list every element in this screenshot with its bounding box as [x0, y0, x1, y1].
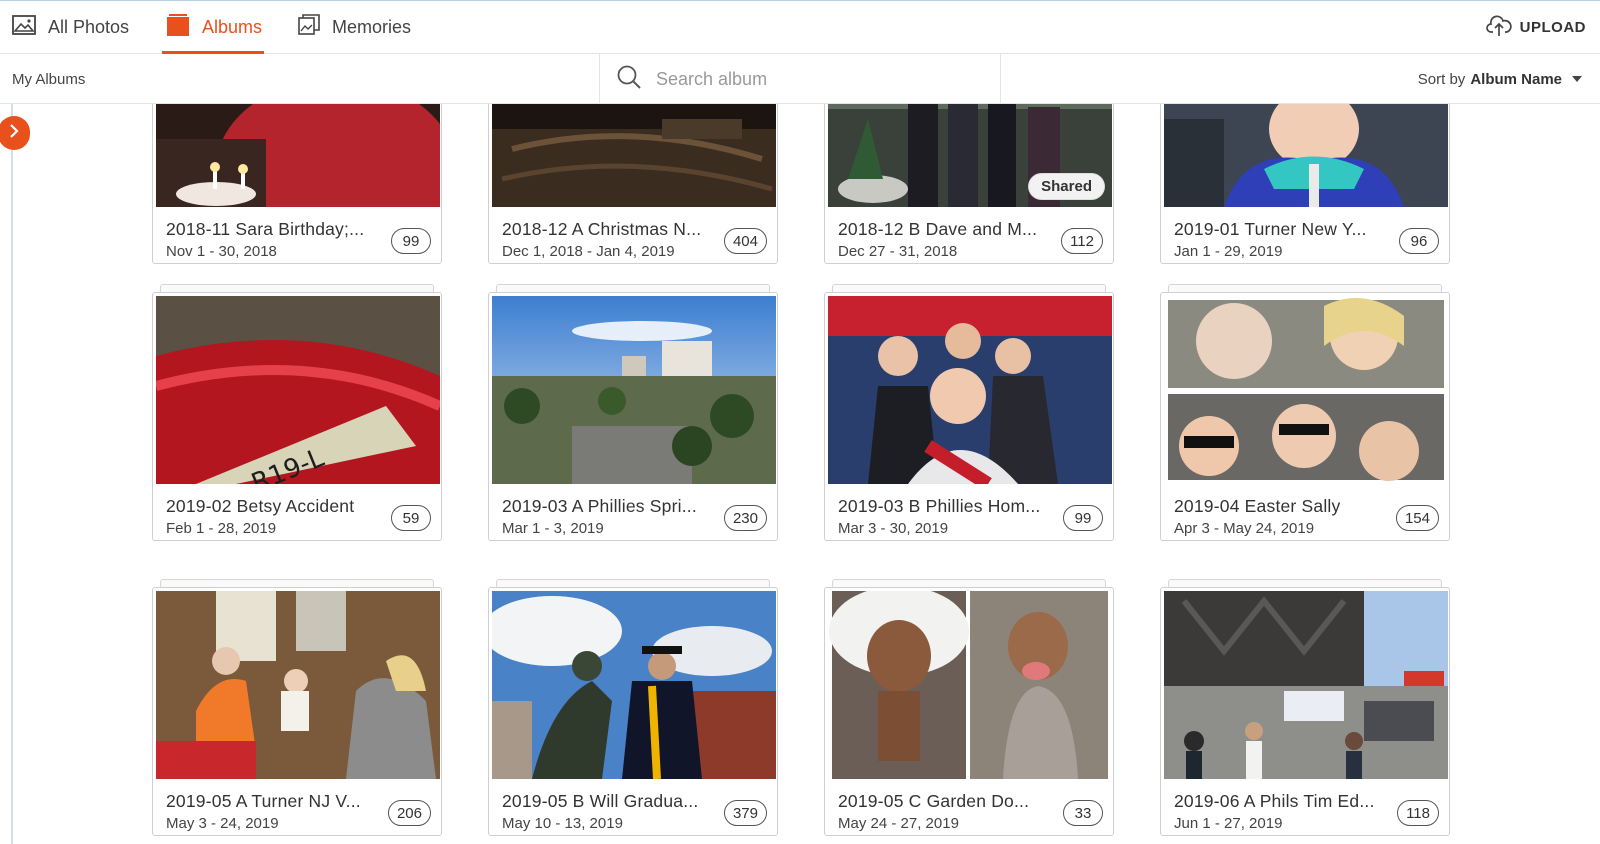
- search-icon: [616, 64, 642, 95]
- album-cover-photo: [828, 296, 1112, 484]
- card-body: R19-L 2019-02 Betsy Accident Feb 1 - 28,…: [152, 292, 442, 541]
- album-cover-photo: [1164, 296, 1448, 484]
- album-title: 2018-12 A Christmas N...: [502, 219, 702, 239]
- album-card[interactable]: 2018-11 Sara Birthday;... Nov 1 - 30, 20…: [152, 104, 442, 264]
- album-grid: 2018-11 Sara Birthday;... Nov 1 - 30, 20…: [0, 104, 1600, 844]
- card-body: 2019-04 Easter Sally Apr 3 - May 24, 201…: [1160, 292, 1450, 541]
- album-card[interactable]: 2019-01 Turner New Y... Jan 1 - 29, 2019…: [1160, 104, 1450, 264]
- album-card[interactable]: 2019-03 B Phillies Hom... Mar 3 - 30, 20…: [824, 284, 1114, 541]
- photo-count-badge: 154: [1395, 505, 1439, 531]
- album-card[interactable]: 2019-05 A Turner NJ V... May 3 - 24, 201…: [152, 579, 442, 836]
- sort-prefix: Sort by: [1417, 70, 1466, 88]
- card-body: 2019-06 A Phils Tim Ed... Jun 1 - 27, 20…: [1160, 587, 1450, 836]
- album-dates: Jan 1 - 29, 2019: [1174, 243, 1283, 260]
- album-card[interactable]: R19-L 2019-02 Betsy Accident Feb 1 - 28,…: [152, 284, 442, 541]
- album-card[interactable]: 2019-05 C Garden Do... May 24 - 27, 2019…: [824, 579, 1114, 836]
- sort-dropdown[interactable]: Sort by Album Name: [1418, 54, 1582, 104]
- shared-badge: Shared: [1029, 174, 1104, 199]
- card-body: 2019-03 A Phillies Spri... Mar 1 - 3, 20…: [488, 292, 778, 541]
- card-body: 2019-05 C Garden Do... May 24 - 27, 2019…: [824, 587, 1114, 836]
- album-dates: Mar 3 - 30, 2019: [838, 520, 949, 537]
- photo-count-badge: 118: [1397, 800, 1439, 826]
- album-dates: Jun 1 - 27, 2019: [1174, 815, 1283, 832]
- album-cover-photo: Shared: [828, 104, 1112, 207]
- upload-button[interactable]: UPLOAD: [1485, 1, 1586, 54]
- album-cover-photo: [156, 104, 440, 207]
- album-dates: Mar 1 - 3, 2019: [502, 520, 604, 537]
- album-card[interactable]: 2019-04 Easter Sally Apr 3 - May 24, 201…: [1160, 284, 1450, 541]
- image-icon: [12, 15, 36, 40]
- chevron-down-icon: [1572, 76, 1582, 82]
- tab-label: All Photos: [48, 17, 130, 37]
- cloud-upload-icon: [1485, 14, 1512, 41]
- album-cover-photo: [492, 296, 776, 484]
- card-body: 2019-03 B Phillies Hom... Mar 3 - 30, 20…: [824, 292, 1114, 541]
- album-dates: May 10 - 13, 2019: [502, 815, 623, 832]
- search-input[interactable]: [656, 68, 976, 90]
- album-dates: Nov 1 - 30, 2018: [166, 243, 277, 260]
- card-body: 2018-12 A Christmas N... Dec 1, 2018 - J…: [488, 104, 778, 264]
- album-dates: Feb 1 - 28, 2019: [166, 520, 277, 537]
- tab-albums[interactable]: Albums: [161, 1, 265, 54]
- album-dates: May 3 - 24, 2019: [166, 815, 279, 832]
- album-title: 2018-12 B Dave and M...: [838, 219, 1038, 239]
- top-nav: All Photos Albums Memories UPLOAD: [0, 0, 1600, 54]
- album-title: 2019-03 A Phillies Spri...: [502, 496, 697, 516]
- album-title: 2019-03 B Phillies Hom...: [838, 496, 1041, 516]
- album-cover-photo: [492, 104, 776, 207]
- photo-count-badge: 206: [387, 800, 431, 826]
- card-body: 2018-11 Sara Birthday;... Nov 1 - 30, 20…: [152, 104, 442, 264]
- tab-all-photos[interactable]: All Photos: [12, 1, 129, 54]
- photo-count-badge: 99: [391, 228, 431, 254]
- breadcrumb: My Albums: [12, 70, 86, 88]
- photo-count-badge: 379: [723, 800, 767, 826]
- album-cover-photo: [1164, 104, 1448, 207]
- card-body: 2019-01 Turner New Y... Jan 1 - 29, 2019…: [1160, 104, 1450, 264]
- sub-toolbar: My Albums Sort by Album Name: [0, 54, 1600, 104]
- memories-icon: [298, 14, 320, 41]
- album-card[interactable]: 2019-03 A Phillies Spri... Mar 1 - 3, 20…: [488, 284, 778, 541]
- album-cover-photo: R19-L: [156, 296, 440, 484]
- photo-count-badge: 59: [391, 505, 431, 531]
- card-body: 2019-05 A Turner NJ V... May 3 - 24, 201…: [152, 587, 442, 836]
- album-dates: May 24 - 27, 2019: [838, 815, 959, 832]
- album-title: 2019-02 Betsy Accident: [166, 496, 355, 516]
- album-icon: [166, 14, 190, 41]
- album-title: 2019-05 C Garden Do...: [838, 791, 1030, 811]
- photo-count-badge: 112: [1061, 228, 1103, 254]
- card-body: Shared 2018-12 B Dave and M... Dec 27 - …: [824, 104, 1114, 264]
- tab-label: Albums: [202, 17, 263, 37]
- tab-label: Memories: [332, 17, 412, 37]
- album-cover-photo: [1164, 591, 1448, 779]
- album-cover-photo: [492, 591, 776, 779]
- card-body: 2019-05 B Will Gradua... May 10 - 13, 20…: [488, 587, 778, 836]
- album-dates: Apr 3 - May 24, 2019: [1174, 520, 1315, 537]
- album-card[interactable]: 2019-06 A Phils Tim Ed... Jun 1 - 27, 20…: [1160, 579, 1450, 836]
- photo-count-badge: 230: [723, 505, 767, 531]
- photo-count-badge: 99: [1063, 505, 1103, 531]
- album-dates: Dec 27 - 31, 2018: [838, 243, 958, 260]
- album-title: 2019-06 A Phils Tim Ed...: [1174, 791, 1375, 811]
- album-dates: Dec 1, 2018 - Jan 4, 2019: [502, 243, 675, 260]
- sort-value: Album Name: [1470, 70, 1562, 88]
- album-cover-photo: [828, 591, 1112, 779]
- album-card[interactable]: 2019-05 B Will Gradua... May 10 - 13, 20…: [488, 579, 778, 836]
- tab-memories[interactable]: Memories: [298, 1, 411, 54]
- album-title: 2019-04 Easter Sally: [1174, 496, 1341, 516]
- upload-label: UPLOAD: [1519, 19, 1586, 36]
- album-card[interactable]: 2018-12 A Christmas N... Dec 1, 2018 - J…: [488, 104, 778, 264]
- album-title: 2019-01 Turner New Y...: [1174, 219, 1367, 239]
- album-cover-photo: [156, 591, 440, 779]
- album-title: 2019-05 B Will Gradua...: [502, 791, 699, 811]
- photo-count-badge: 96: [1399, 228, 1439, 254]
- photo-count-badge: 33: [1063, 800, 1103, 826]
- search-box: [599, 54, 1001, 104]
- photo-count-badge: 404: [723, 228, 767, 254]
- album-title: 2018-11 Sara Birthday;...: [166, 219, 365, 239]
- album-card[interactable]: Shared 2018-12 B Dave and M... Dec 27 - …: [824, 104, 1114, 264]
- album-title: 2019-05 A Turner NJ V...: [166, 791, 361, 811]
